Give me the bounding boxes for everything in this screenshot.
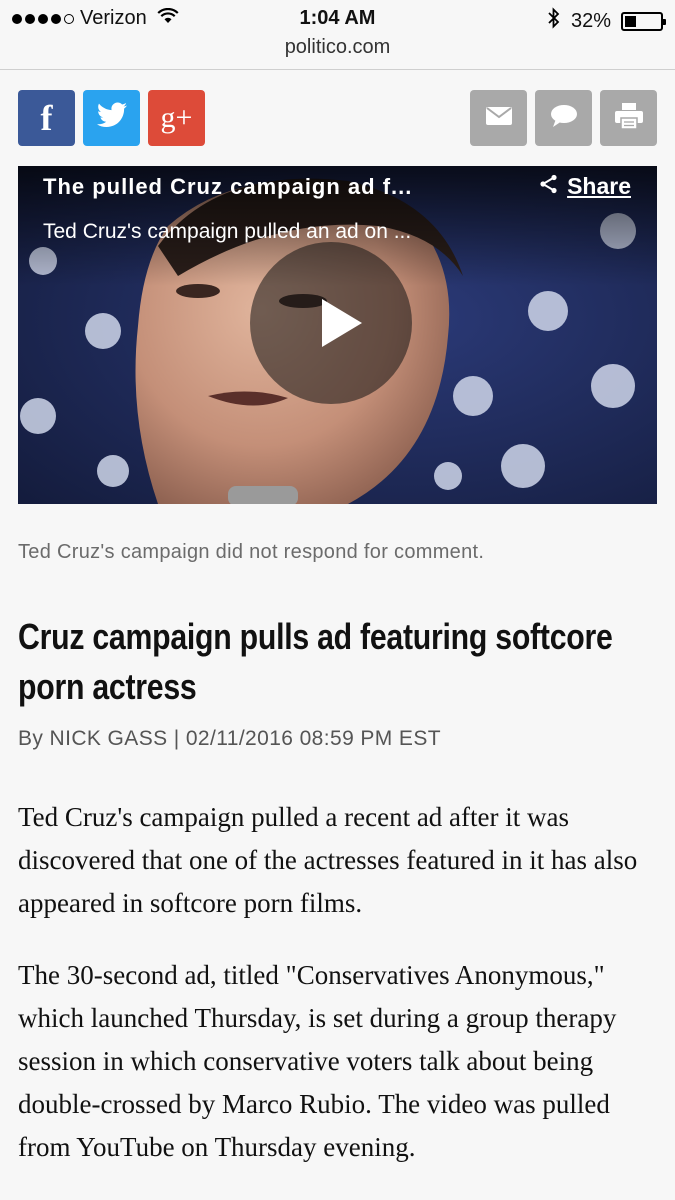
video-share-label: Share [567,173,631,199]
url-text: politico.com [284,36,391,58]
battery-icon [621,11,666,31]
battery-level [625,15,636,27]
article-headline: Cruz campaign pulls ad featuring softcor… [18,616,613,707]
video-subtitle: Ted Cruz's campaign pulled an ad on ... [43,220,412,243]
googleplus-share-button[interactable]: g+ [148,90,205,146]
article-paragraph: The 30-second ad, titled "Conservatives … [18,960,617,1162]
video-share-button[interactable]: Share [539,173,631,200]
googleplus-icon: g+ [160,101,193,134]
article-paragraph: Ted Cruz's campaign pulled a recent ad a… [18,802,638,918]
comment-icon [549,104,579,133]
image-caption: Ted Cruz's campaign did not respond for … [18,541,485,563]
video-player[interactable]: The pulled Cruz campaign ad f... Ted Cru… [18,166,657,504]
share-icon [539,173,559,200]
play-button[interactable] [250,242,412,404]
status-bar: Verizon 1:04 AM 32% [0,0,675,38]
twitter-share-button[interactable] [83,90,140,146]
bluetooth-icon [547,7,561,35]
email-share-button[interactable] [470,90,527,146]
article-byline: By NICK GASS | 02/11/2016 08:59 PM EST [18,727,441,750]
facebook-icon: f [40,98,53,138]
print-button[interactable] [600,90,657,146]
facebook-share-button[interactable]: f [18,90,75,146]
battery-percent: 32% [570,9,611,32]
comment-button[interactable] [535,90,592,146]
video-title: The pulled Cruz campaign ad f... [43,174,413,199]
share-toolbar: f g+ [18,90,657,146]
address-bar[interactable]: politico.com [0,36,675,70]
twitter-bird-icon [96,102,128,135]
status-right-group: 32% [547,7,666,35]
print-icon [614,102,644,135]
mail-icon [485,106,513,131]
